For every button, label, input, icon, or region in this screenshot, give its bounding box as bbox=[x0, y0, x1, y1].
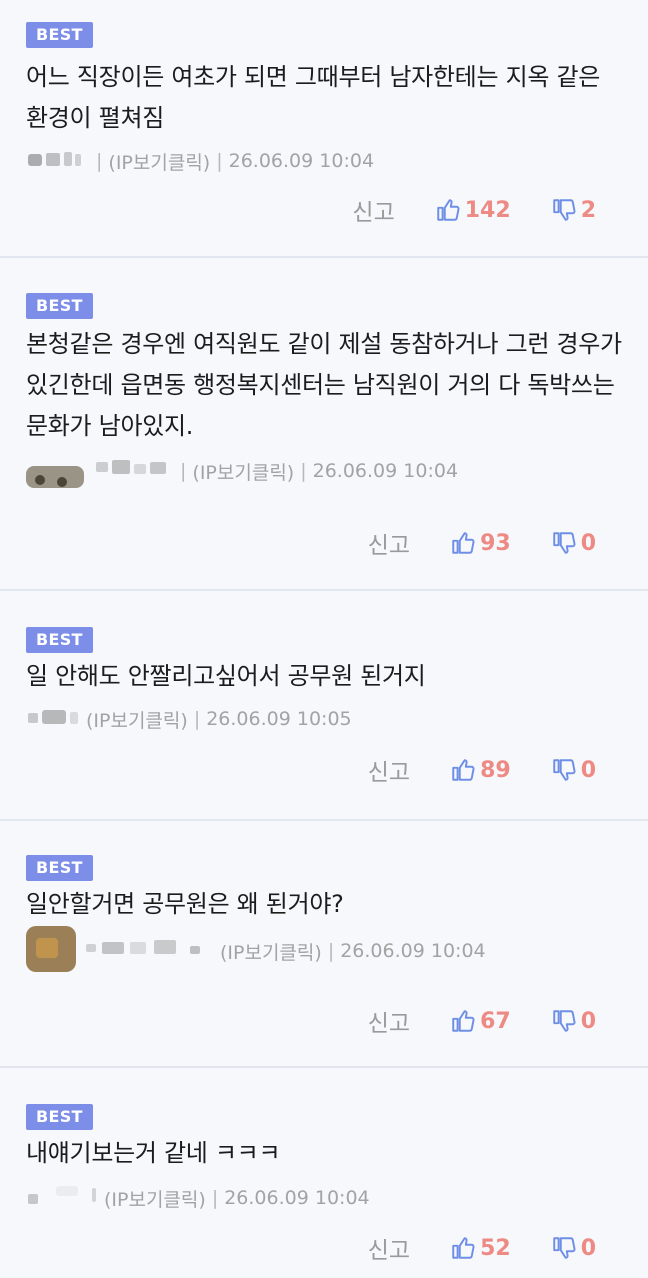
comment-date: 26.06.09 10:04 bbox=[228, 150, 375, 172]
comment-actions: 신고 67 0 bbox=[368, 1004, 596, 1038]
like-button[interactable]: 93 bbox=[450, 530, 511, 556]
blurred-nickname[interactable] bbox=[26, 149, 86, 174]
meta-separator: | bbox=[96, 150, 103, 172]
blurred-nickname[interactable] bbox=[26, 706, 82, 733]
meta-separator: | bbox=[327, 940, 335, 962]
comment-meta: (IP보기클릭) | 26.06.09 10:04 bbox=[26, 925, 624, 977]
ip-view-link[interactable]: (IP보기클릭) bbox=[192, 458, 294, 485]
comment-item: BEST 어느 직장이든 여초가 되면 그때부터 남자한테는 지옥 같은 환경이… bbox=[0, 0, 648, 258]
like-button[interactable]: 67 bbox=[450, 1008, 511, 1034]
best-badge: BEST bbox=[26, 855, 93, 881]
dislike-count: 0 bbox=[580, 530, 596, 556]
comment-text: 일 안해도 안짤리고싶어서 공무원 된거지 bbox=[26, 662, 426, 690]
comment-meta: (IP보기클릭) | 26.06.09 10:04 bbox=[26, 1178, 624, 1218]
dislike-button[interactable]: 0 bbox=[551, 757, 596, 783]
comment-text: 일안할거면 공무원은 왜 된거야? bbox=[26, 890, 344, 918]
comment-date: 26.06.09 10:04 bbox=[340, 940, 486, 962]
comment-item: BEST 본청같은 경우엔 여직원도 같이 제설 동참하거나 그런 경우가 있긴… bbox=[0, 258, 648, 591]
report-button[interactable]: 신고 bbox=[368, 526, 410, 560]
comment-actions: 신고 93 0 bbox=[368, 526, 596, 560]
dislike-button[interactable]: 0 bbox=[551, 530, 596, 556]
thumbs-up-icon bbox=[452, 1010, 475, 1032]
thumbs-down-icon bbox=[552, 532, 576, 554]
dislike-count: 2 bbox=[580, 197, 596, 223]
dislike-count: 0 bbox=[580, 757, 596, 783]
best-badge: BEST bbox=[26, 627, 93, 653]
comment-text: 내얘기보는거 같네 ㅋㅋㅋ bbox=[26, 1139, 281, 1167]
meta-separator: | bbox=[180, 460, 187, 482]
thumbs-up-icon bbox=[437, 199, 460, 221]
thumbs-down-icon bbox=[552, 759, 576, 781]
meta-separator: | bbox=[193, 708, 201, 730]
comment-date: 26.06.09 10:05 bbox=[206, 708, 352, 730]
best-badge: BEST bbox=[26, 293, 93, 319]
comment-date: 26.06.09 10:04 bbox=[224, 1187, 370, 1209]
like-button[interactable]: 89 bbox=[450, 757, 511, 783]
dislike-button[interactable]: 2 bbox=[551, 197, 596, 223]
thumbs-up-icon bbox=[452, 1237, 475, 1259]
comment-text: 어느 직장이든 여초가 되면 그때부터 남자한테는 지옥 같은 환경이 펼쳐짐 bbox=[26, 63, 601, 132]
thumbs-down-icon bbox=[552, 1237, 576, 1259]
report-button[interactable]: 신고 bbox=[352, 193, 394, 227]
meta-separator: | bbox=[211, 1187, 219, 1209]
report-button[interactable]: 신고 bbox=[368, 753, 410, 787]
report-button[interactable]: 신고 bbox=[368, 1231, 410, 1265]
blurred-nickname[interactable] bbox=[26, 924, 216, 979]
report-button[interactable]: 신고 bbox=[368, 1004, 410, 1038]
ip-view-link[interactable]: (IP보기클릭) bbox=[104, 1185, 206, 1212]
meta-separator: | bbox=[300, 460, 307, 482]
ip-view-link[interactable]: (IP보기클릭) bbox=[220, 938, 322, 965]
comment-meta: | (IP보기클릭) | 26.06.09 10:04 bbox=[26, 141, 624, 181]
dislike-button[interactable]: 0 bbox=[551, 1008, 596, 1034]
like-count: 93 bbox=[480, 530, 511, 556]
best-badge: BEST bbox=[26, 22, 93, 48]
comment-actions: 신고 142 2 bbox=[352, 193, 596, 227]
best-badge: BEST bbox=[26, 1104, 93, 1130]
like-button[interactable]: 52 bbox=[450, 1235, 511, 1261]
comment-actions: 신고 52 0 bbox=[368, 1231, 596, 1265]
thumbs-down-icon bbox=[552, 1010, 576, 1032]
blurred-nickname[interactable] bbox=[26, 448, 170, 495]
meta-separator: | bbox=[216, 150, 223, 172]
comment-meta: (IP보기클릭) | 26.06.09 10:05 bbox=[26, 699, 624, 739]
comment-item: BEST 일안할거면 공무원은 왜 된거야? (IP보기클릭) | 26.06.… bbox=[0, 821, 648, 1068]
thumbs-down-icon bbox=[552, 199, 576, 221]
comment-meta: | (IP보기클릭) | 26.06.09 10:04 bbox=[26, 451, 624, 491]
comment-text: 본청같은 경우엔 여직원도 같이 제설 동참하거나 그런 경우가 있긴한데 읍면… bbox=[26, 330, 622, 440]
like-button[interactable]: 142 bbox=[435, 197, 511, 223]
thumbs-up-icon bbox=[452, 759, 475, 781]
like-count: 142 bbox=[464, 197, 511, 223]
comment-item: BEST 내얘기보는거 같네 ㅋㅋㅋ (IP보기클릭) | 26.06.09 1… bbox=[0, 1068, 648, 1278]
comment-item: BEST 일 안해도 안짤리고싶어서 공무원 된거지 (IP보기클릭) | 26… bbox=[0, 591, 648, 821]
dislike-button[interactable]: 0 bbox=[551, 1235, 596, 1261]
like-count: 67 bbox=[480, 1008, 511, 1034]
ip-view-link[interactable]: (IP보기클릭) bbox=[86, 706, 188, 733]
dislike-count: 0 bbox=[580, 1008, 596, 1034]
blurred-nickname[interactable] bbox=[26, 1182, 100, 1215]
ip-view-link[interactable]: (IP보기클릭) bbox=[108, 148, 210, 175]
comment-actions: 신고 89 0 bbox=[368, 753, 596, 787]
dislike-count: 0 bbox=[580, 1235, 596, 1261]
comment-date: 26.06.09 10:04 bbox=[312, 460, 459, 482]
like-count: 89 bbox=[480, 757, 511, 783]
thumbs-up-icon bbox=[452, 532, 475, 554]
like-count: 52 bbox=[480, 1235, 511, 1261]
